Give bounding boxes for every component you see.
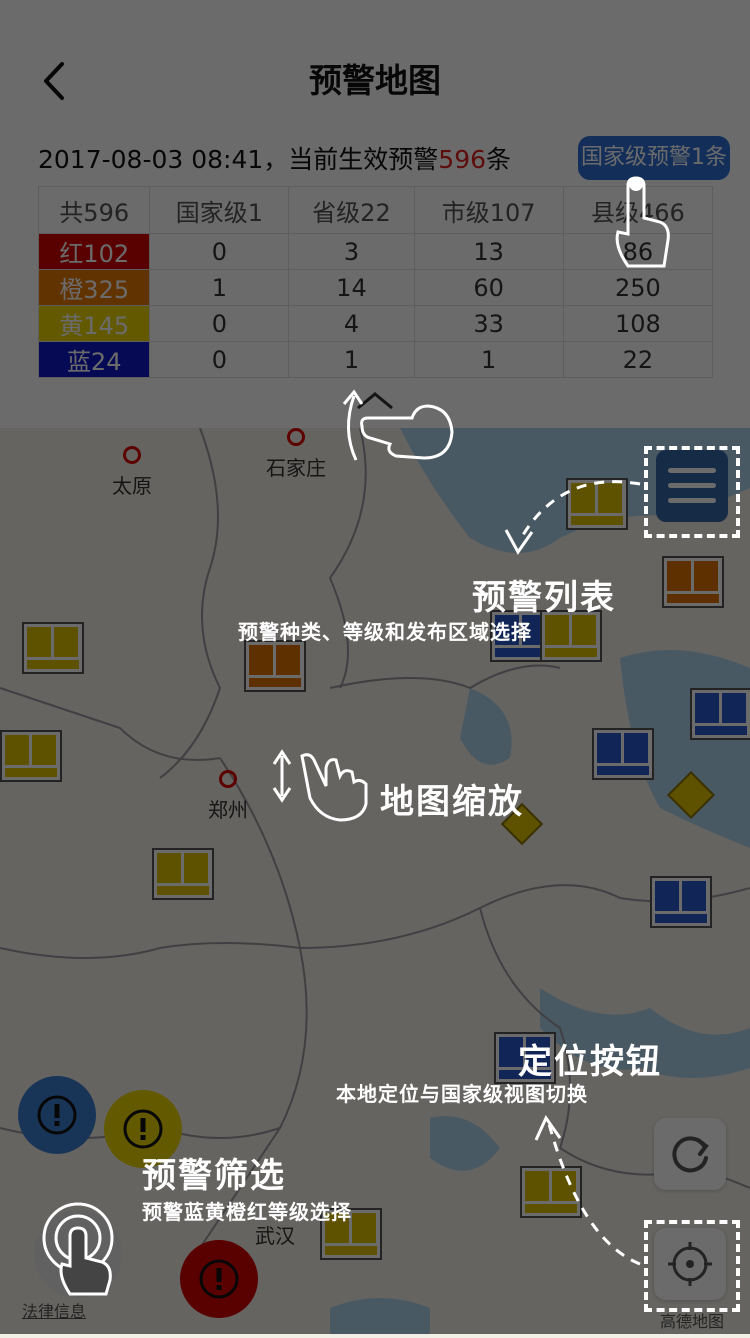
- guide-filter-title: 预警筛选: [142, 1156, 286, 1196]
- guide-locate-desc: 本地定位与国家级视图切换: [336, 1082, 588, 1106]
- hand-swipe-icon: [360, 404, 454, 460]
- hand-press-icon: [42, 1202, 114, 1296]
- guide-locate-title: 定位按钮: [518, 1042, 662, 1082]
- guide-list-title: 预警列表: [472, 578, 616, 618]
- hand-tap-icon: [615, 176, 670, 268]
- guide-list-desc: 预警种类、等级和发布区域选择: [238, 620, 532, 644]
- guide-filter-desc: 预警蓝黄橙红等级选择: [142, 1200, 352, 1224]
- hand-pinch-icon: [300, 753, 368, 822]
- guide-zoom-title: 地图缩放: [380, 782, 524, 822]
